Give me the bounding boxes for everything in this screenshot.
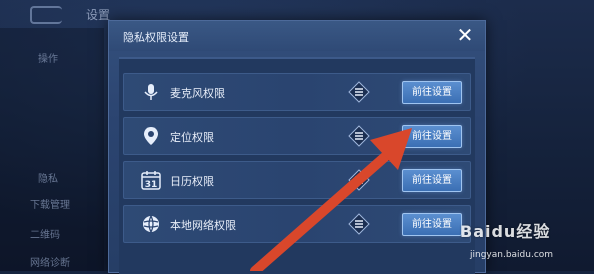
privacy-permission-dialog: 隐私权限设置 ✕ 麦克风权限 前往设置 定位权限 前往设置 31 日历权限 前往… (108, 20, 486, 274)
dialog-title: 隐私权限设置 (123, 31, 189, 44)
background-title: 设置 (86, 8, 111, 22)
location-pin-icon (144, 127, 158, 145)
permission-list: 麦克风权限 前往设置 定位权限 前往设置 31 日历权限 前往设置 本地网络权限… (119, 57, 475, 274)
permission-label: 麦克风权限 (170, 87, 225, 100)
sidebar-item[interactable]: 下载管理 (30, 196, 90, 211)
back-icon[interactable] (30, 6, 62, 24)
go-to-settings-button[interactable]: 前往设置 (402, 213, 462, 236)
calendar-icon: 31 (141, 171, 161, 190)
permission-row-calendar: 31 日历权限 前往设置 (123, 161, 471, 199)
globe-icon (143, 215, 159, 233)
list-toggle-icon[interactable] (348, 213, 370, 235)
list-toggle-icon[interactable] (348, 169, 370, 191)
dialog-header: 隐私权限设置 ✕ (109, 21, 485, 51)
sidebar-item[interactable]: 二维码 (30, 226, 90, 241)
background-sidebar: 操作 隐私 下载管理 二维码 网络诊断 (0, 28, 104, 271)
baidu-watermark: Baidu经验 (460, 218, 550, 242)
list-toggle-icon[interactable] (348, 125, 370, 147)
watermark-brand: Baidu经验 (460, 222, 551, 241)
go-to-settings-button[interactable]: 前往设置 (402, 169, 462, 192)
sidebar-item[interactable]: 操作 (38, 50, 98, 65)
calendar-day: 31 (145, 180, 158, 190)
permission-row-microphone: 麦克风权限 前往设置 (123, 73, 471, 111)
close-icon[interactable]: ✕ (455, 25, 475, 45)
go-to-settings-button[interactable]: 前往设置 (402, 125, 462, 148)
permission-label: 日历权限 (170, 175, 214, 188)
list-toggle-icon[interactable] (348, 81, 370, 103)
watermark-url: jingyan.baidu.com (470, 250, 554, 260)
microphone-icon (144, 84, 158, 100)
go-to-settings-button[interactable]: 前往设置 (402, 81, 462, 104)
permission-row-local-network: 本地网络权限 前往设置 (123, 205, 471, 243)
sidebar-item[interactable]: 网络诊断 (30, 254, 90, 269)
permission-row-location: 定位权限 前往设置 (123, 117, 471, 155)
permission-label: 定位权限 (170, 131, 214, 144)
sidebar-item[interactable]: 隐私 (38, 170, 98, 185)
permission-label: 本地网络权限 (170, 219, 236, 232)
